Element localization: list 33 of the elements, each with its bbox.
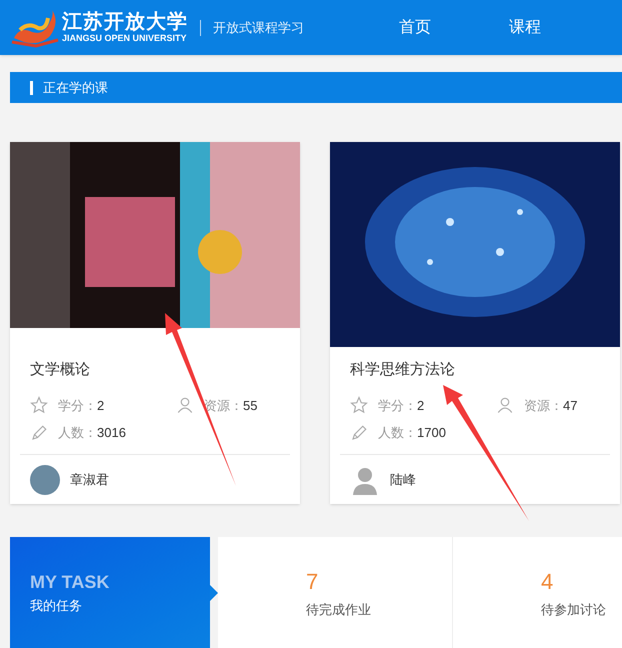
person-icon bbox=[176, 396, 194, 414]
pencil-icon bbox=[350, 424, 368, 442]
task-card[interactable]: 4 待参加讨论 bbox=[452, 537, 622, 648]
course-title[interactable]: 科学思维方法论 bbox=[350, 359, 600, 382]
teacher-name: 陆峰 bbox=[390, 470, 416, 489]
task-title: 我的任务 bbox=[30, 597, 83, 616]
task-label: 待完成作业 bbox=[306, 601, 372, 620]
task-label: 待参加讨论 bbox=[541, 601, 607, 620]
teacher-name: 章淑君 bbox=[70, 470, 109, 489]
course-title[interactable]: 文学概论 bbox=[30, 359, 280, 382]
task-title-en: MY TASK bbox=[30, 571, 110, 594]
nav-link[interactable]: 课程 bbox=[509, 16, 541, 40]
credit-stat: 学分：2 bbox=[378, 396, 424, 414]
pencil-icon bbox=[30, 424, 48, 442]
task-card[interactable]: 7 待完成作业 bbox=[218, 537, 452, 648]
people-stat: 人数：3016 bbox=[58, 424, 126, 442]
logo-subtitle: JIANGSU OPEN UNIVERSITY bbox=[62, 34, 188, 43]
resource-stat: 资源：55 bbox=[204, 396, 258, 414]
resource-stat: 资源：47 bbox=[524, 396, 578, 414]
logo-title: 江苏开放大学 bbox=[62, 12, 188, 32]
star-icon bbox=[350, 396, 368, 414]
section-title: 正在学的课 bbox=[43, 78, 108, 97]
task-count: 4 bbox=[541, 568, 554, 596]
credit-stat: 学分：2 bbox=[58, 396, 104, 414]
avatar-photo bbox=[30, 464, 60, 494]
course-card[interactable]: 文学概论 学分：2 资源：55 人数：3016 章淑君 bbox=[10, 142, 300, 504]
people-stat: 人数：1700 bbox=[378, 424, 446, 442]
site-tagline: 开放式课程学习 bbox=[213, 18, 304, 37]
task-count: 7 bbox=[306, 568, 320, 596]
star-icon bbox=[30, 396, 48, 414]
nav-link[interactable]: 首页 bbox=[399, 16, 431, 40]
person-icon bbox=[496, 396, 514, 414]
course-card[interactable]: 科学思维方法论 学分：2 资源：47 人数：1700 陆峰 bbox=[330, 142, 620, 504]
